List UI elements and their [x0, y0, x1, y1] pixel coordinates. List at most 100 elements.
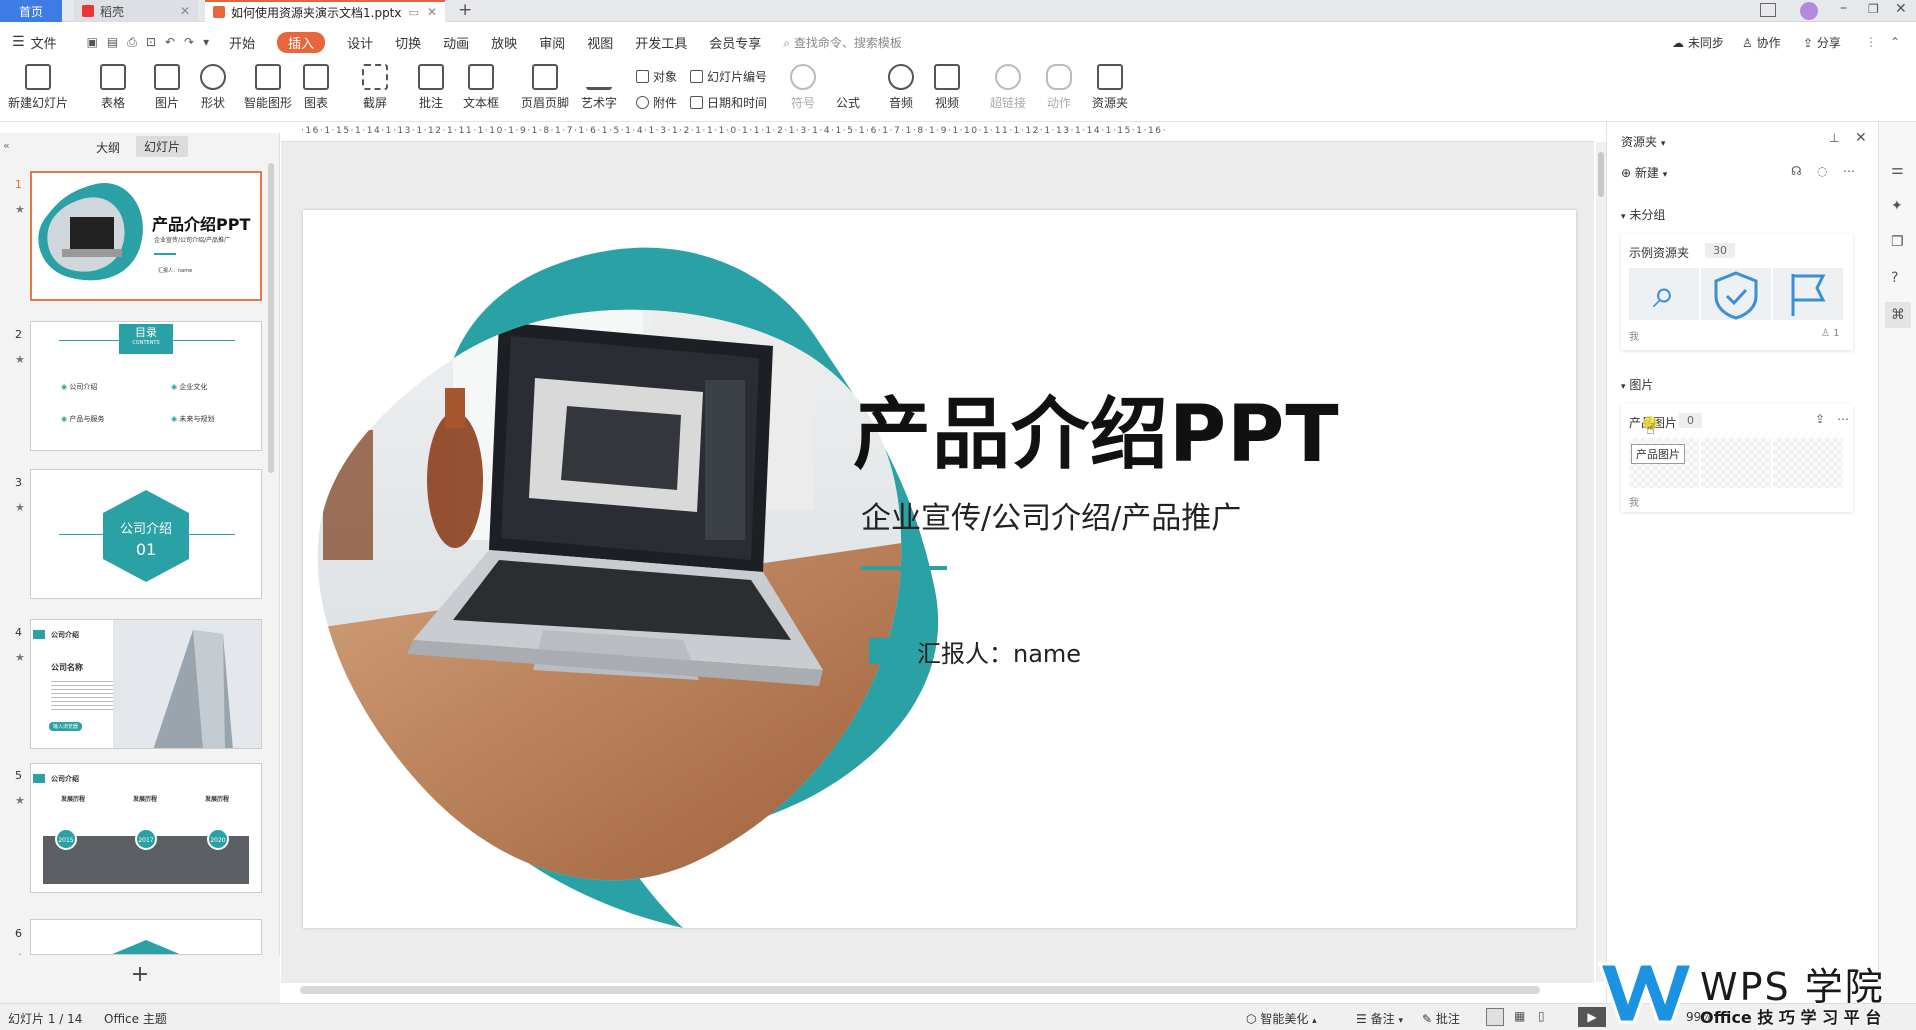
menu-slideshow[interactable]: 放映 — [491, 33, 517, 52]
folder-card-pictures[interactable]: 产品图片 0 ⇪ ⋯ ☝ 产品图片 我 — [1621, 404, 1853, 512]
slide-thumbnail-5[interactable]: 公司介绍 发展历程 发展历程 发展历程 2015 2017 2020 — [30, 763, 262, 893]
hyperlink-button[interactable]: 超链接 — [990, 64, 1026, 111]
close-icon[interactable]: ✕ — [427, 5, 437, 19]
panel-scrollbar[interactable] — [268, 163, 274, 473]
picture-button[interactable]: 图片 — [154, 64, 180, 111]
window-close-icon[interactable]: ✕ — [1895, 1, 1907, 17]
new-slide-button[interactable]: 新建幻灯片 — [8, 64, 68, 111]
vertical-scrollbar[interactable] — [1596, 142, 1606, 982]
pin-icon[interactable]: ✦ — [1891, 198, 1903, 214]
screenshot-button[interactable]: 截屏 — [362, 64, 388, 111]
window-layout-icon[interactable] — [1760, 3, 1776, 17]
chart-button[interactable]: 图表 — [303, 64, 329, 111]
vertical-scroll-thumb[interactable] — [1598, 152, 1604, 197]
restore-icon[interactable]: ❐ — [1868, 2, 1879, 16]
normal-view-icon[interactable] — [1486, 1008, 1504, 1026]
tab-outline[interactable]: 大纲 — [96, 139, 120, 156]
tab-docer[interactable]: 稻壳 ✕ — [74, 0, 198, 22]
help-icon[interactable]: ? — [1891, 270, 1898, 286]
export-icon[interactable]: ▤ — [107, 35, 118, 50]
reading-view-icon[interactable]: ▯ — [1538, 1009, 1545, 1023]
menu-developer[interactable]: 开发工具 — [635, 33, 687, 52]
menu-insert[interactable]: 插入 — [277, 31, 326, 53]
resource-panel-title[interactable]: 资源夹 ▾ — [1621, 133, 1665, 150]
more-icon[interactable]: ▾ — [203, 35, 209, 50]
slide-thumbnail-1[interactable]: 产品介绍PPT 企业宣传/公司介绍/产品推广 汇报人：name — [30, 171, 262, 301]
slide-reporter[interactable]: 汇报人：name — [917, 634, 1081, 669]
add-slide-button[interactable]: + — [0, 955, 280, 1003]
menu-member[interactable]: 会员专享 — [709, 33, 761, 52]
share-icon[interactable]: ⇪ — [1815, 412, 1825, 426]
comment-toggle[interactable]: ✎ 批注 — [1422, 1010, 1460, 1027]
redo-icon[interactable]: ↷ — [184, 35, 194, 50]
preview-icon[interactable]: ⊡ — [146, 35, 156, 50]
slide-thumbnail-3[interactable]: 公司介绍 01 — [30, 469, 262, 599]
new-tab-icon[interactable]: + — [458, 0, 472, 20]
menu-file[interactable]: 文件 — [31, 33, 57, 52]
save-icon[interactable]: ▣ — [87, 35, 98, 50]
shape-button[interactable]: 形状 — [200, 64, 226, 111]
resource-folder-icon[interactable]: ⌘ — [1885, 302, 1911, 328]
menu-view[interactable]: 视图 — [587, 33, 613, 52]
share-button[interactable]: ⇪ 分享 — [1803, 34, 1841, 51]
undo-icon[interactable]: ↶ — [165, 35, 175, 50]
datetime-button[interactable]: 日期和时间 — [690, 94, 767, 111]
smart-shape-button[interactable]: 智能图形 — [244, 64, 292, 111]
slide-thumbnail-2[interactable]: 目录 CONTENTS ◉ 公司介绍 ◉ 企业文化 ◉ 产品与服务 ◉ 未来与规… — [30, 321, 262, 451]
tab-slides[interactable]: 幻灯片 — [136, 136, 189, 157]
header-footer-button[interactable]: 页眉页脚 — [521, 64, 569, 111]
minimize-icon[interactable]: – — [1840, 0, 1847, 16]
grid-view-icon[interactable]: ▦ — [1514, 1009, 1525, 1023]
horizontal-scrollbar[interactable] — [300, 986, 1540, 994]
group-ungrouped[interactable]: ▾ 未分组 — [1621, 206, 1665, 223]
action-button[interactable]: 动作 — [1046, 64, 1072, 111]
avatar[interactable] — [1800, 2, 1818, 20]
pin-icon[interactable]: ⊥ — [1829, 131, 1839, 145]
menu-design[interactable]: 设计 — [347, 33, 373, 52]
art-text-button[interactable]: 艺术字 — [581, 64, 617, 111]
object-button[interactable]: 对象 — [636, 68, 677, 85]
resource-folder-button[interactable]: 资源夹 — [1092, 64, 1128, 111]
hamburger-icon[interactable]: ☰ — [12, 34, 25, 50]
collab-button[interactable]: ♙ 协作 — [1742, 34, 1781, 51]
table-button[interactable]: 表格 — [100, 64, 126, 111]
close-icon[interactable]: ✕ — [180, 4, 190, 18]
menu-review[interactable]: 审阅 — [539, 33, 565, 52]
beautify-button[interactable]: ⬡ 智能美化 ▴ — [1246, 1010, 1317, 1027]
formula-button[interactable]: 公式 — [835, 64, 861, 111]
textbox-button[interactable]: 文本框 — [463, 64, 499, 111]
comment-button[interactable]: 批注 — [418, 64, 444, 111]
slide-number-button[interactable]: 幻灯片编号 — [690, 68, 767, 85]
search-command[interactable]: ⌕ 查找命令、搜索模板 — [783, 34, 902, 51]
theme-name[interactable]: Office 主题 — [104, 1010, 167, 1027]
menu-animation[interactable]: 动画 — [443, 33, 469, 52]
collapse-ribbon-icon[interactable]: ⌃ — [1890, 35, 1900, 49]
close-icon[interactable]: ✕ — [1855, 130, 1867, 146]
tab-document[interactable]: 如何使用资源夹演示文档1.pptx ▭ ✕ — [205, 0, 445, 22]
current-slide[interactable]: 产品介绍PPT 企业宣传/公司介绍/产品推广 汇报人：name — [303, 210, 1576, 928]
slide-thumbnail-4[interactable]: 公司介绍 公司名称 输入浏览器 — [30, 619, 262, 749]
settings-sliders-icon[interactable]: ⚌ — [1891, 162, 1904, 178]
symbol-button[interactable]: 符号 — [790, 64, 816, 111]
chat-icon[interactable]: ◌ — [1817, 164, 1827, 178]
group-pictures[interactable]: ▾ 图片 — [1621, 376, 1653, 393]
menu-transition[interactable]: 切换 — [395, 33, 421, 52]
sync-status[interactable]: ☁ 未同步 — [1672, 34, 1724, 51]
slide-thumbnail-6[interactable] — [30, 919, 262, 955]
new-folder-button[interactable]: ⊕ 新建 ▾ — [1621, 164, 1667, 181]
pin-icon[interactable]: ▭ — [409, 6, 419, 19]
tab-home[interactable]: 首页 — [0, 0, 62, 22]
print-icon[interactable]: ⎙ — [127, 35, 137, 50]
more-icon[interactable]: ⋯ — [1837, 412, 1849, 426]
audio-button[interactable]: 音频 — [888, 64, 914, 111]
collapse-panel-icon[interactable]: « — [3, 139, 10, 152]
notes-button[interactable]: ☰ 备注 ▾ — [1356, 1010, 1403, 1027]
slide-title[interactable]: 产品介绍PPT — [853, 372, 1340, 484]
more-menu-icon[interactable]: ⋮ — [1865, 35, 1877, 49]
layers-icon[interactable]: ❐ — [1891, 234, 1904, 250]
headset-icon[interactable]: ☊ — [1791, 164, 1802, 178]
slide-subtitle[interactable]: 企业宣传/公司介绍/产品推广 — [861, 493, 1241, 537]
attachment-button[interactable]: 附件 — [636, 94, 677, 111]
more-icon[interactable]: ⋯ — [1843, 164, 1855, 178]
menu-start[interactable]: 开始 — [229, 33, 255, 52]
